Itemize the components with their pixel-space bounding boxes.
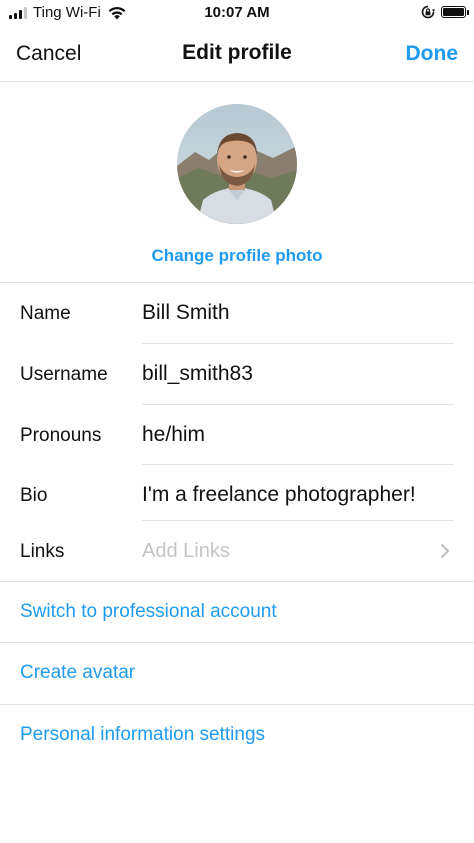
name-row[interactable]: Name Bill Smith <box>0 283 474 344</box>
rotation-lock-icon <box>421 5 435 19</box>
bio-field[interactable]: I'm a freelance photographer! <box>142 483 416 507</box>
status-time: 10:07 AM <box>204 4 270 21</box>
profile-photo[interactable] <box>177 104 297 224</box>
links-label: Links <box>20 541 65 562</box>
status-right <box>421 5 469 19</box>
done-button[interactable]: Done <box>406 42 459 66</box>
links-row[interactable]: Links Add Links <box>0 521 474 581</box>
name-field[interactable]: Bill Smith <box>142 301 230 325</box>
pronouns-label: Pronouns <box>20 425 102 446</box>
switch-professional-account-link[interactable]: Switch to professional account <box>20 601 277 623</box>
name-label: Name <box>20 303 71 324</box>
pronouns-row[interactable]: Pronouns he/him <box>0 405 474 465</box>
personal-information-settings-link[interactable]: Personal information settings <box>20 724 265 746</box>
chevron-right-icon <box>441 544 449 558</box>
create-avatar-link[interactable]: Create avatar <box>20 662 135 684</box>
username-row[interactable]: Username bill_smith83 <box>0 344 474 405</box>
change-profile-photo-button[interactable]: Change profile photo <box>0 246 474 266</box>
bio-row[interactable]: Bio I'm a freelance photographer! <box>0 465 474 521</box>
cancel-button[interactable]: Cancel <box>16 42 81 66</box>
add-links-field[interactable]: Add Links <box>142 540 230 563</box>
status-bar: Ting Wi-Fi 10:07 AM <box>0 0 474 28</box>
username-label: Username <box>20 364 108 385</box>
nav-bar: Cancel Edit profile Done <box>0 28 474 82</box>
pronouns-field[interactable]: he/him <box>142 423 205 447</box>
divider <box>0 704 474 705</box>
bio-label: Bio <box>20 485 48 506</box>
divider <box>0 642 474 643</box>
username-field[interactable]: bill_smith83 <box>142 362 253 386</box>
divider <box>0 581 474 582</box>
profile-photo-image <box>177 104 297 224</box>
battery-icon <box>441 6 469 18</box>
